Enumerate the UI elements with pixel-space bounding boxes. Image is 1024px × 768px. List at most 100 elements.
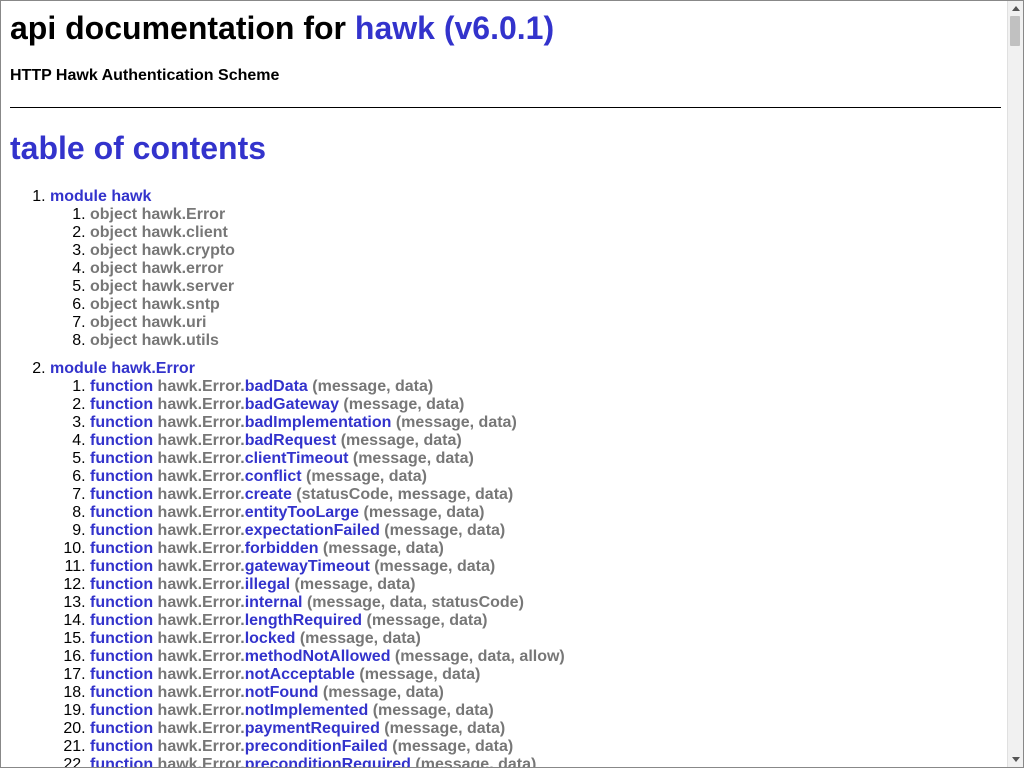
function-name-link[interactable]: forbidden (245, 540, 319, 557)
function-name-link[interactable]: badData (245, 378, 308, 395)
object-entry-link[interactable]: object hawk.sntp (90, 296, 220, 313)
toc-entry-item: function hawk.Error.notImplemented (mess… (90, 702, 990, 720)
entry-kind: function (90, 684, 154, 701)
function-name-link[interactable]: locked (245, 630, 296, 647)
entry-kind: function (90, 450, 154, 467)
toc-entry-item: object hawk.utils (90, 332, 990, 350)
toc-entry-item: object hawk.error (90, 260, 990, 278)
toc-entry-item: object hawk.Error (90, 206, 990, 224)
entry-prefix: hawk.Error. (157, 738, 245, 755)
function-name-link[interactable]: gatewayTimeout (245, 558, 370, 575)
object-entry-link[interactable]: object hawk.server (90, 278, 234, 295)
toc-list: module hawkobject hawk.Errorobject hawk.… (50, 188, 990, 768)
entry-args: (message, data) (379, 720, 506, 737)
function-name-link[interactable]: paymentRequired (245, 720, 380, 737)
vertical-scrollbar[interactable] (1007, 1, 1023, 767)
function-name-link[interactable]: badRequest (245, 432, 337, 449)
entry-prefix: hawk.Error. (157, 666, 245, 683)
package-description: HTTP Hawk Authentication Scheme (10, 67, 280, 84)
entry-kind: function (90, 432, 154, 449)
function-name-link[interactable]: internal (245, 594, 303, 611)
module-link[interactable]: module hawk (50, 188, 151, 205)
entry-args: (message, data) (336, 432, 462, 449)
entry-kind: object (90, 224, 138, 241)
toc-entry-item: function hawk.Error.conflict (message, d… (90, 468, 990, 486)
function-name-link[interactable]: lengthRequired (245, 612, 362, 629)
entry-kind: function (90, 558, 154, 575)
toc-entry-item: function hawk.Error.clientTimeout (messa… (90, 450, 990, 468)
entry-kind: function (90, 666, 154, 683)
object-entry-link[interactable]: object hawk.uri (90, 314, 206, 331)
toc-entry-item: function hawk.Error.methodNotAllowed (me… (90, 648, 990, 666)
entry-args: (message, data, allow) (390, 648, 565, 665)
entry-prefix: hawk.Error. (157, 414, 245, 431)
toc-entry-list: object hawk.Errorobject hawk.clientobjec… (50, 206, 990, 350)
scrollbar-thumb[interactable] (1010, 16, 1020, 46)
scroll-down-arrow-icon[interactable] (1008, 752, 1023, 767)
toc-entry-item: function hawk.Error.gatewayTimeout (mess… (90, 558, 990, 576)
function-name-link[interactable]: entityTooLarge (245, 504, 359, 521)
toc-entry-item: object hawk.uri (90, 314, 990, 332)
entry-args: (message, data) (301, 468, 427, 485)
function-name-link[interactable]: preconditionFailed (245, 738, 388, 755)
function-name-link[interactable]: badGateway (245, 396, 339, 413)
entry-kind: function (90, 756, 154, 768)
toc-entry-item: function hawk.Error.preconditionRequired… (90, 756, 990, 768)
object-entry-link[interactable]: object hawk.error (90, 260, 223, 277)
module-link[interactable]: module hawk.Error (50, 360, 195, 377)
entry-prefix: hawk.Error. (157, 612, 245, 629)
toc-entry-item: function hawk.Error.notFound (message, d… (90, 684, 990, 702)
function-name-link[interactable]: methodNotAllowed (245, 648, 391, 665)
function-name-link[interactable]: notAcceptable (245, 666, 355, 683)
entry-kind: function (90, 414, 154, 431)
function-name-link[interactable]: illegal (245, 576, 290, 593)
package-name-link[interactable]: hawk (v6.0.1) (355, 10, 554, 46)
entry-kind: object (90, 242, 138, 259)
entry-args: (message, data) (338, 396, 465, 413)
function-name-link[interactable]: expectationFailed (245, 522, 380, 539)
entry-kind: function (90, 468, 154, 485)
scroll-up-arrow-icon[interactable] (1008, 1, 1023, 16)
toc-entry-item: function hawk.Error.create (statusCode, … (90, 486, 990, 504)
entry-prefix: hawk.Error. (157, 576, 245, 593)
entry-prefix: hawk.Error. (157, 486, 245, 503)
toc-entry-item: function hawk.Error.locked (message, dat… (90, 630, 990, 648)
toc-entry-item: function hawk.Error.paymentRequired (mes… (90, 720, 990, 738)
entry-name: hawk.server (141, 278, 235, 295)
object-entry-link[interactable]: object hawk.crypto (90, 242, 235, 259)
function-name-link[interactable]: conflict (245, 468, 302, 485)
entry-kind: function (90, 720, 154, 737)
entry-args: (message, data) (354, 666, 481, 683)
function-name-link[interactable]: clientTimeout (245, 450, 349, 467)
entry-name: hawk.crypto (141, 242, 235, 259)
entry-name: hawk.client (141, 224, 228, 241)
toc-entry-list: function hawk.Error. badData (message, da… (50, 378, 990, 768)
object-entry-link[interactable]: object hawk.client (90, 224, 228, 241)
toc-entry-item: function hawk.Error.forbidden (message, … (90, 540, 990, 558)
entry-prefix: hawk.Error. (157, 558, 245, 575)
toc-heading-link[interactable]: table of contents (10, 130, 266, 167)
object-entry-link[interactable]: object hawk.utils (90, 332, 219, 349)
toc-module-item: module hawkobject hawk.Errorobject hawk.… (50, 188, 990, 350)
function-name-link[interactable]: badImplementation (245, 414, 392, 431)
function-name-link[interactable]: notImplemented (245, 702, 369, 719)
toc-entry-item: function hawk.Error.preconditionFailed (… (90, 738, 990, 756)
toc-module-item: module hawk.Errorfunction hawk.Error.bad… (50, 360, 990, 768)
entry-kind: object (90, 260, 138, 277)
divider (10, 107, 1001, 108)
object-entry-link[interactable]: object hawk.Error (90, 206, 225, 223)
entry-kind: function (90, 504, 154, 521)
function-name-link[interactable]: preconditionRequired (245, 756, 411, 767)
entry-args: (message, data) (368, 702, 494, 719)
toc-entry-item: function hawk.Error.badData (message, da… (90, 378, 990, 396)
document-viewport: api documentation for hawk (v6.0.1) HTTP… (0, 0, 1024, 768)
entry-name: hawk.error (141, 260, 224, 277)
entry-kind: object (90, 296, 138, 313)
entry-prefix: hawk.Error. (157, 468, 245, 485)
toc-entry-item: function hawk.Error.notAcceptable (messa… (90, 666, 990, 684)
entry-kind: function (90, 576, 154, 593)
function-name-link[interactable]: create (245, 486, 292, 503)
function-name-link[interactable]: notFound (245, 684, 319, 701)
toc-entry-item: function hawk.Error.badRequest (message,… (90, 432, 990, 450)
entry-args: (message, data) (318, 540, 444, 557)
